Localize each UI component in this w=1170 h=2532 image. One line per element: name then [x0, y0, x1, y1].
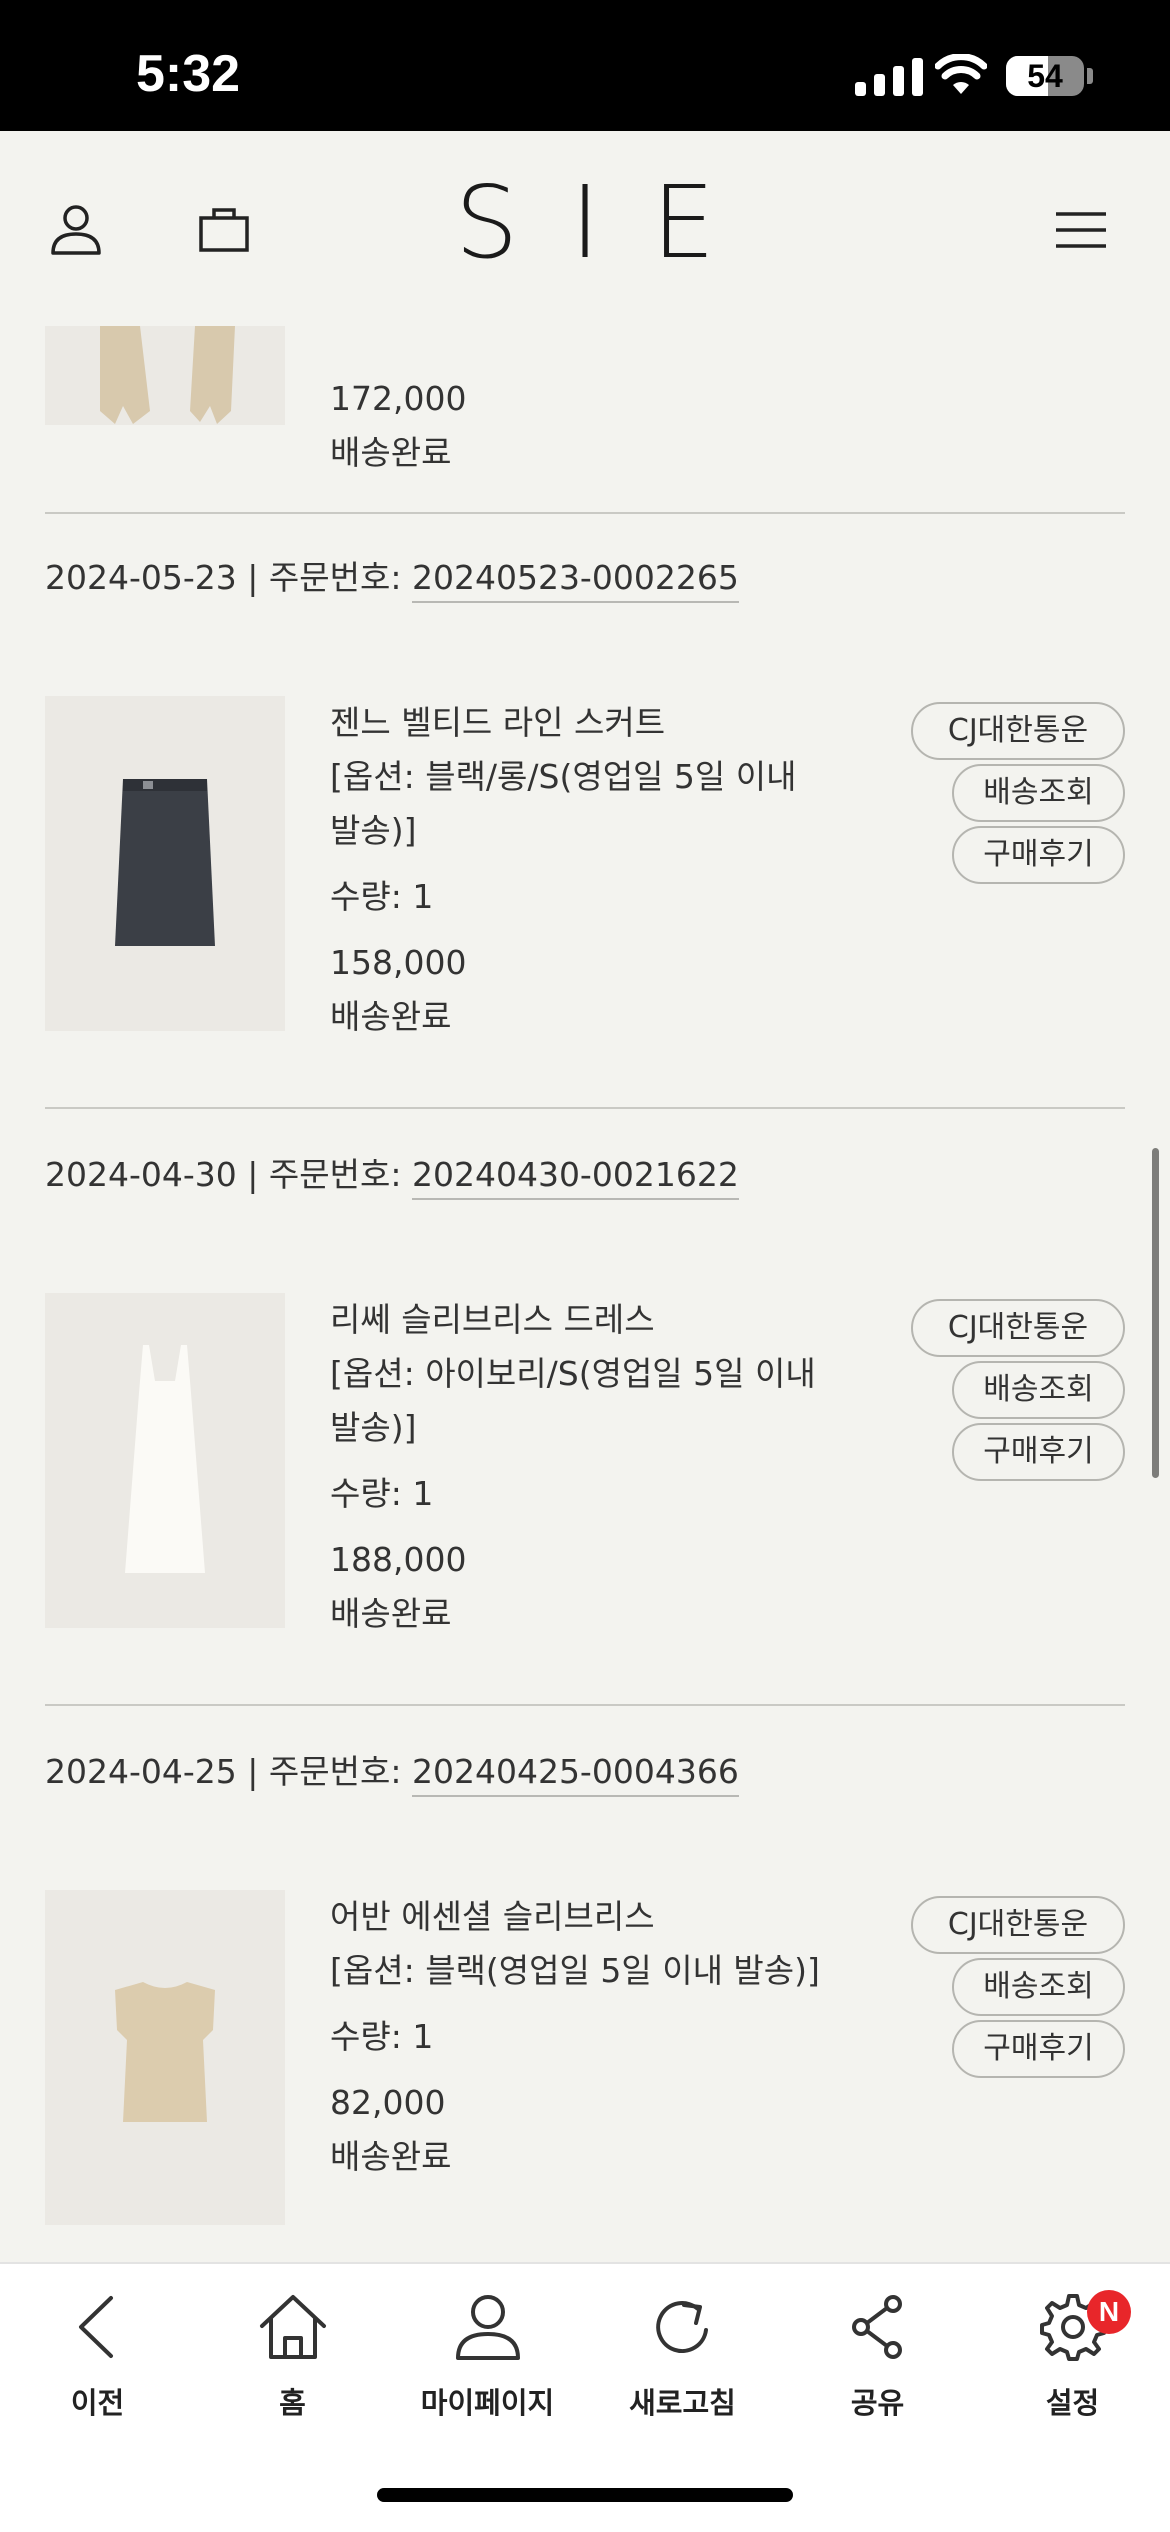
write-review-button[interactable]: 구매후기 — [952, 2020, 1125, 2078]
track-delivery-button[interactable]: 배송조회 — [952, 1361, 1125, 1419]
home-indicator — [377, 2488, 793, 2502]
share-label: 공유 — [850, 2386, 905, 2420]
product-image[interactable] — [45, 1293, 285, 1628]
status-time: 5:32 — [136, 45, 241, 103]
product-option: [옵션: 아이보리/S(영업일 5일 이내 — [330, 1354, 816, 1393]
order-divider — [45, 1704, 1125, 1706]
track-delivery-button[interactable]: 배송조회 — [952, 1958, 1125, 2016]
carrier-button[interactable]: CJ대한통운 — [911, 1299, 1125, 1357]
track-delivery-button[interactable]: 배송조회 — [952, 764, 1125, 822]
order-separator: | — [247, 1752, 259, 1791]
carrier-button[interactable]: CJ대한통운 — [911, 702, 1125, 760]
order-number-link[interactable]: 20240523-0002265 — [411, 558, 739, 603]
carrier-button[interactable]: CJ대한통운 — [911, 1896, 1125, 1954]
product-option: [옵션: 블랙/롱/S(영업일 5일 이내 — [330, 757, 797, 796]
status-bar: 5:32 54 — [0, 0, 1170, 131]
back-label: 이전 — [70, 2386, 125, 2420]
product-quantity: 수량: 1 — [330, 2017, 434, 2056]
order-history-list: 172,000 배송완료 2024-05-23 | 주문번호: 20240523… — [0, 326, 1170, 2262]
order-number-label: 주문번호: — [268, 1752, 402, 1791]
refresh-label: 새로고침 — [629, 2386, 736, 2420]
home-label: 홈 — [279, 2386, 306, 2420]
write-review-button[interactable]: 구매후기 — [952, 826, 1125, 884]
product-image[interactable] — [45, 696, 285, 1031]
user-icon — [455, 2295, 520, 2360]
menu-icon[interactable] — [1055, 211, 1107, 249]
product-quantity: 수량: 1 — [330, 1474, 434, 1513]
notification-badge: N — [1087, 2290, 1131, 2334]
order-number-link[interactable]: 20240430-0021622 — [411, 1155, 739, 1200]
refresh-button[interactable]: 새로고침 — [585, 2292, 780, 2422]
product-option-cont: 발송)] — [330, 811, 417, 850]
refresh-icon — [655, 2301, 708, 2354]
order-separator: | — [247, 558, 259, 597]
cellular-signal-icon — [855, 56, 923, 96]
order-divider — [45, 1107, 1125, 1109]
order-divider — [45, 512, 1125, 514]
battery-level: 54 — [1027, 58, 1063, 94]
product-name[interactable]: 리쎄 슬리브리스 드레스 — [330, 1293, 890, 1347]
write-review-button[interactable]: 구매후기 — [952, 1423, 1125, 1481]
order-date: 2024-04-25 — [45, 1752, 237, 1791]
order-number-link[interactable]: 20240425-0004366 — [411, 1752, 739, 1797]
share-button[interactable]: 공유 — [780, 2292, 975, 2422]
order-date: 2024-05-23 — [45, 558, 237, 597]
mypage-label: 마이페이지 — [420, 2386, 555, 2420]
order-number-label: 주문번호: — [268, 1155, 402, 1194]
order-status: 배송완료 — [330, 1594, 452, 1633]
mypage-button[interactable]: 마이페이지 — [390, 2292, 585, 2422]
settings-label: 설정 — [1045, 2386, 1100, 2420]
product-option: [옵션: 블랙(영업일 5일 이내 발송)] — [330, 1951, 820, 1990]
settings-button[interactable]: 설정 — [975, 2292, 1170, 2422]
site-header: SIE — [0, 131, 1170, 326]
order-status: 배송완료 — [330, 433, 452, 472]
product-name[interactable]: 어반 에센셜 슬리브리스 — [330, 1890, 890, 1944]
battery-tip — [1087, 68, 1093, 84]
wifi-icon — [935, 54, 987, 94]
order-status: 배송완료 — [330, 997, 452, 1036]
home-icon — [259, 2295, 326, 2359]
chevron-left-icon — [78, 2296, 113, 2358]
product-name[interactable]: 젠느 벨티드 라인 스커트 — [330, 696, 890, 750]
product-image[interactable] — [45, 326, 285, 425]
order-price: 172,000 — [330, 379, 467, 418]
home-button[interactable]: 홈 — [195, 2292, 390, 2422]
sie-logo[interactable]: SIE — [0, 173, 1170, 273]
order-price: 188,000 — [330, 1540, 467, 1579]
order-date: 2024-04-30 — [45, 1155, 237, 1194]
order-price: 158,000 — [330, 943, 467, 982]
order-number-label: 주문번호: — [268, 558, 402, 597]
back-button[interactable]: 이전 — [0, 2292, 195, 2422]
product-image[interactable] — [45, 1890, 285, 2225]
share-icon — [851, 2295, 902, 2359]
order-separator: | — [247, 1155, 259, 1194]
order-price: 82,000 — [330, 2083, 446, 2122]
battery-icon: 54 — [1006, 56, 1084, 96]
scrollbar[interactable] — [1152, 1148, 1159, 1478]
order-status: 배송완료 — [330, 2137, 452, 2176]
product-quantity: 수량: 1 — [330, 877, 434, 916]
product-option-cont: 발송)] — [330, 1408, 417, 1447]
